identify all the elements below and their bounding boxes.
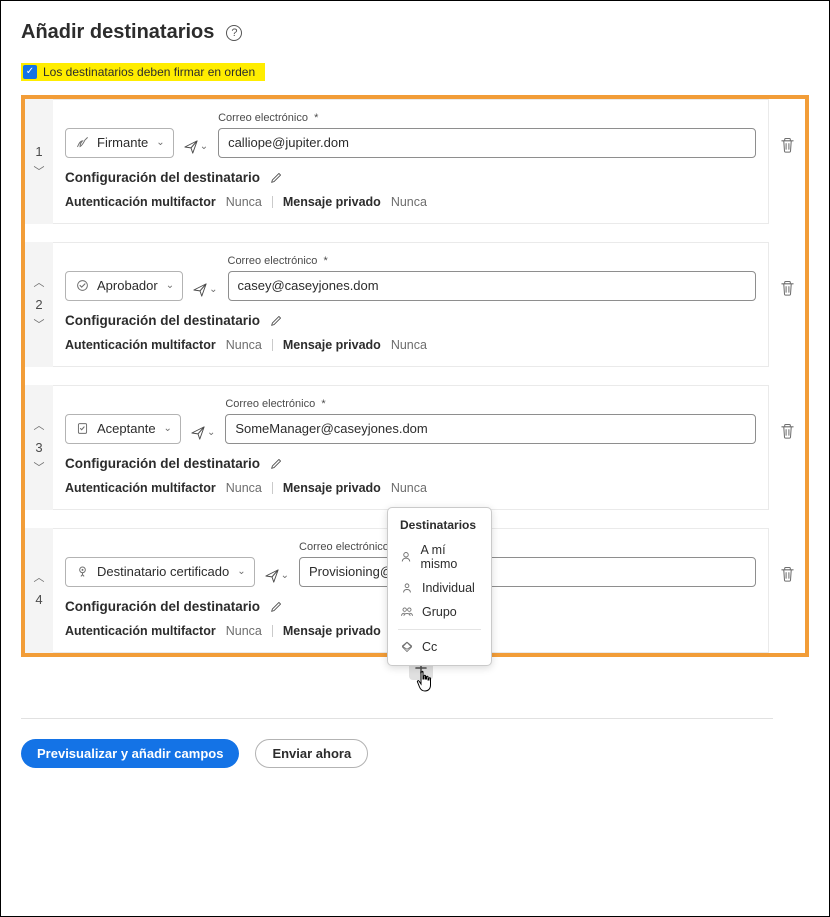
- mfa-value: Nunca: [226, 481, 262, 495]
- order-column: 1 ﹀: [25, 99, 53, 224]
- email-label: Correo electrónico *: [218, 112, 756, 124]
- chevron-down-icon: ⌄: [237, 566, 245, 577]
- role-icon: [75, 565, 89, 578]
- email-input[interactable]: [228, 271, 757, 301]
- order-column: ︿ 4: [25, 528, 53, 653]
- private-message-value: Nunca: [391, 195, 427, 209]
- preview-button[interactable]: Previsualizar y añadir campos: [21, 739, 239, 768]
- email-label: Correo electrónico *: [225, 398, 756, 410]
- order-column: ︿ 3 ﹀: [25, 385, 53, 510]
- private-message-value: Nunca: [391, 338, 427, 352]
- private-message-label: Mensaje privado: [283, 624, 381, 638]
- send-method-icon[interactable]: [265, 569, 279, 583]
- order-number: 1: [35, 144, 42, 159]
- popover-item-group[interactable]: Grupo: [388, 600, 491, 624]
- chevron-down-icon[interactable]: ⌄: [281, 570, 289, 581]
- popover-item-self[interactable]: A mí mismo: [388, 538, 491, 576]
- popover-item-individual[interactable]: Individual: [388, 576, 491, 600]
- chevron-down-icon[interactable]: ⌄: [209, 284, 217, 295]
- private-message-label: Mensaje privado: [283, 338, 381, 352]
- mfa-label: Autenticación multifactor: [65, 624, 216, 638]
- private-message-value: Nunca: [391, 481, 427, 495]
- checkmark-icon: ✓: [23, 65, 37, 79]
- email-input[interactable]: [225, 414, 756, 444]
- page-title: Añadir destinatarios: [21, 21, 214, 44]
- recipient-row: ︿ 4 Destinatarios A mí mismo Individual …: [25, 528, 769, 653]
- move-down-button[interactable]: ﹀: [34, 463, 45, 474]
- delete-recipient-button[interactable]: [780, 566, 795, 583]
- role-select[interactable]: Destinatario certificado ⌄: [65, 557, 255, 587]
- role-select[interactable]: Aceptante ⌄: [65, 414, 181, 444]
- mfa-value: Nunca: [226, 338, 262, 352]
- private-message-label: Mensaje privado: [283, 481, 381, 495]
- email-input[interactable]: [299, 557, 756, 587]
- role-icon: [75, 422, 89, 435]
- help-icon[interactable]: ?: [226, 25, 242, 41]
- role-icon: [75, 136, 89, 149]
- private-message-label: Mensaje privado: [283, 195, 381, 209]
- recipient-row: 1 ﹀ Firmante ⌄ ⌄ Correo electró: [25, 99, 769, 224]
- delete-recipient-button[interactable]: [780, 423, 795, 440]
- popover-item-cc[interactable]: Cc: [388, 635, 491, 659]
- email-label: Correo electrónico *: [299, 541, 756, 553]
- email-label: Correo electrónico *: [228, 255, 757, 267]
- move-up-button[interactable]: ︿: [34, 573, 45, 584]
- send-method-icon[interactable]: [193, 283, 207, 297]
- email-input[interactable]: [218, 128, 756, 158]
- move-down-button[interactable]: ﹀: [34, 320, 45, 331]
- role-label: Aceptante: [97, 421, 156, 436]
- mfa-label: Autenticación multifactor: [65, 338, 216, 352]
- delete-recipient-button[interactable]: [780, 280, 795, 297]
- role-select[interactable]: Aprobador ⌄: [65, 271, 183, 301]
- sign-in-order-checkbox[interactable]: ✓ Los destinatarios deben firmar en orde…: [21, 63, 265, 81]
- order-number: 2: [35, 297, 42, 312]
- role-label: Firmante: [97, 135, 148, 150]
- chevron-down-icon: ⌄: [156, 137, 164, 148]
- edit-config-button[interactable]: [270, 600, 283, 613]
- config-title: Configuración del destinatario: [65, 313, 260, 328]
- config-title: Configuración del destinatario: [65, 599, 260, 614]
- recipient-type-popover: Destinatarios A mí mismo Individual Grup…: [387, 507, 492, 666]
- cc-icon: [400, 641, 414, 653]
- recipient-row: ︿ 2 ﹀ Aprobador ⌄ ⌄ Cor: [25, 242, 769, 367]
- order-number: 4: [35, 592, 42, 607]
- user-self-icon: [400, 551, 413, 563]
- chevron-down-icon[interactable]: ⌄: [207, 427, 215, 438]
- role-label: Destinatario certificado: [97, 564, 229, 579]
- move-up-button[interactable]: ︿: [34, 421, 45, 432]
- mfa-value: Nunca: [226, 195, 262, 209]
- sign-in-order-label: Los destinatarios deben firmar en orden: [43, 65, 255, 79]
- mfa-label: Autenticación multifactor: [65, 195, 216, 209]
- chevron-down-icon: ⌄: [166, 280, 174, 291]
- edit-config-button[interactable]: [270, 457, 283, 470]
- role-label: Aprobador: [97, 278, 158, 293]
- order-column: ︿ 2 ﹀: [25, 242, 53, 367]
- delete-recipient-button[interactable]: [780, 137, 795, 154]
- move-down-button[interactable]: ﹀: [34, 167, 45, 178]
- mfa-value: Nunca: [226, 624, 262, 638]
- role-icon: [75, 279, 89, 292]
- popover-header: Destinatarios: [388, 516, 491, 538]
- role-select[interactable]: Firmante ⌄: [65, 128, 174, 158]
- user-group-icon: [400, 606, 414, 618]
- config-title: Configuración del destinatario: [65, 456, 260, 471]
- user-individual-icon: [400, 582, 414, 594]
- send-method-icon[interactable]: [184, 140, 198, 154]
- chevron-down-icon: ⌄: [164, 423, 172, 434]
- order-number: 3: [35, 440, 42, 455]
- send-now-button[interactable]: Enviar ahora: [255, 739, 368, 768]
- config-title: Configuración del destinatario: [65, 170, 260, 185]
- edit-config-button[interactable]: [270, 314, 283, 327]
- recipient-row: ︿ 3 ﹀ Aceptante ⌄ ⌄ Cor: [25, 385, 769, 510]
- chevron-down-icon[interactable]: ⌄: [200, 141, 208, 152]
- move-up-button[interactable]: ︿: [34, 278, 45, 289]
- edit-config-button[interactable]: [270, 171, 283, 184]
- send-method-icon[interactable]: [191, 426, 205, 440]
- mfa-label: Autenticación multifactor: [65, 481, 216, 495]
